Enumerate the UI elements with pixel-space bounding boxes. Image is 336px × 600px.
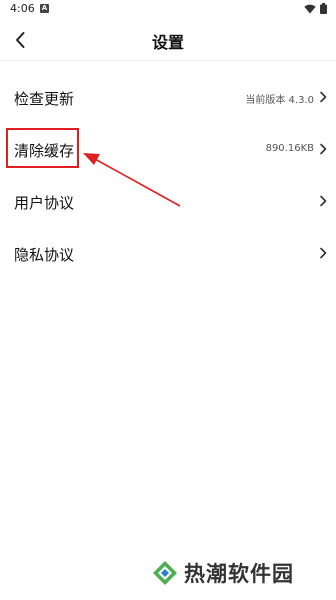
chevron-right-icon: [320, 91, 327, 103]
battery-icon: [320, 3, 327, 14]
chevron-right-icon: [320, 195, 327, 207]
settings-item-user-agreement[interactable]: 用户协议: [0, 175, 336, 227]
version-value: 当前版本 4.3.0: [245, 95, 314, 106]
a-app-icon: A: [40, 4, 49, 13]
navbar: 设置: [0, 18, 336, 62]
chevron-right-icon: [320, 247, 327, 259]
settings-item-label: 用户协议: [14, 194, 75, 212]
diamond-logo-icon: [153, 561, 177, 585]
settings-list: 检查更新 当前版本 4.3.0 清除缓存 890.16KB 用户协议 隐私协议: [0, 71, 336, 279]
status-icons: [304, 3, 327, 14]
settings-item-label: 隐私协议: [14, 246, 75, 264]
highlight-box: [6, 128, 79, 168]
settings-item-label: 检查更新: [14, 90, 75, 108]
settings-item-check-update[interactable]: 检查更新 当前版本 4.3.0: [0, 71, 336, 123]
settings-item-privacy-agreement[interactable]: 隐私协议: [0, 227, 336, 279]
wifi-icon: [304, 4, 316, 13]
chevron-right-icon: [320, 143, 327, 155]
status-time: 4:06: [10, 2, 35, 15]
status-bar: 4:06 A: [0, 0, 336, 18]
cache-size-value: 890.16KB: [265, 143, 314, 154]
watermark: 热潮软件园: [152, 558, 294, 588]
header-divider: [0, 60, 336, 61]
watermark-text: 热潮软件园: [184, 562, 294, 586]
page-title: 设置: [151, 33, 184, 52]
